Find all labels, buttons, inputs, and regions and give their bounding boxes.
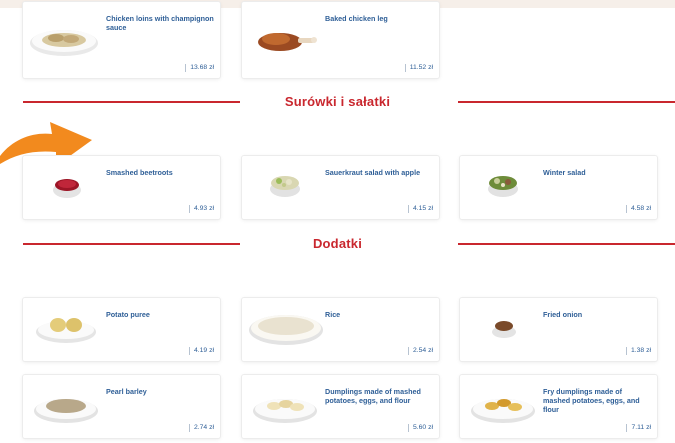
beetroot-bowl-icon <box>53 179 81 198</box>
item-price: 4.19 zł <box>188 347 214 355</box>
item-name[interactable]: Sauerkraut salad with apple <box>325 168 433 177</box>
menu-item-card[interactable]: Fry dumplings made of mashed potatoes, e… <box>460 375 657 438</box>
item-name[interactable]: Dumplings made of mashed potatoes, eggs,… <box>325 387 433 405</box>
menu-item-card[interactable]: Winter salad 4.58 zł <box>460 156 657 219</box>
item-name[interactable]: Winter salad <box>543 168 651 177</box>
dumplings-plate-icon <box>253 399 317 423</box>
item-price: 1.38 zł <box>625 347 651 355</box>
section-header-salads: Surówki i sałatki <box>0 92 675 112</box>
menu-item-card[interactable]: Fried onion 1.38 zł <box>460 298 657 361</box>
item-price: 4.15 zł <box>407 205 433 213</box>
menu-item-card[interactable]: Sauerkraut salad with apple 4.15 zł <box>242 156 439 219</box>
chicken-leg-plate-icon <box>258 33 317 51</box>
menu-item-card[interactable]: Rice 2.54 zł <box>242 298 439 361</box>
item-name[interactable]: Potato puree <box>106 310 214 319</box>
item-price: 11.52 zł <box>404 64 433 72</box>
item-price: 2.54 zł <box>407 347 433 355</box>
chicken-loins-plate-icon <box>30 30 98 56</box>
menu-item-card[interactable]: Chicken loins with champignon sauce 13.6… <box>23 2 220 78</box>
item-price: 5.60 zł <box>407 424 433 432</box>
menu-item-card[interactable]: Potato puree 4.19 zł <box>23 298 220 361</box>
menu-item-card[interactable]: Smashed beetroots 4.93 zł <box>23 156 220 219</box>
item-name[interactable]: Fry dumplings made of mashed potatoes, e… <box>543 387 651 414</box>
item-name[interactable]: Smashed beetroots <box>106 168 214 177</box>
menu-item-card[interactable]: Pearl barley 2.74 zł <box>23 375 220 438</box>
section-header-sides: Dodatki <box>0 234 675 254</box>
fried-dumplings-plate-icon <box>471 399 535 423</box>
fried-onion-bowl-icon <box>492 321 516 338</box>
menu-item-card[interactable]: Dumplings made of mashed potatoes, eggs,… <box>242 375 439 438</box>
barley-plate-icon <box>34 399 98 423</box>
item-name[interactable]: Fried onion <box>543 310 651 319</box>
item-name[interactable]: Chicken loins with champignon sauce <box>106 14 214 32</box>
salad-bowl-icon <box>488 176 518 197</box>
potato-puree-plate-icon <box>36 318 96 343</box>
item-name[interactable]: Pearl barley <box>106 387 214 396</box>
item-price: 7.11 zł <box>626 424 651 432</box>
item-price: 4.93 zł <box>188 205 214 213</box>
item-name[interactable]: Baked chicken leg <box>325 14 433 23</box>
sauerkraut-bowl-icon <box>270 176 300 197</box>
divider-right <box>458 243 675 245</box>
item-name[interactable]: Rice <box>325 310 433 319</box>
item-price: 2.74 zł <box>188 424 214 432</box>
rice-plate-icon <box>249 315 323 345</box>
divider-right <box>458 101 675 103</box>
menu-item-card[interactable]: Baked chicken leg 11.52 zł <box>242 2 439 78</box>
item-price: 4.58 zł <box>625 205 651 213</box>
item-price: 13.68 zł <box>185 64 214 72</box>
